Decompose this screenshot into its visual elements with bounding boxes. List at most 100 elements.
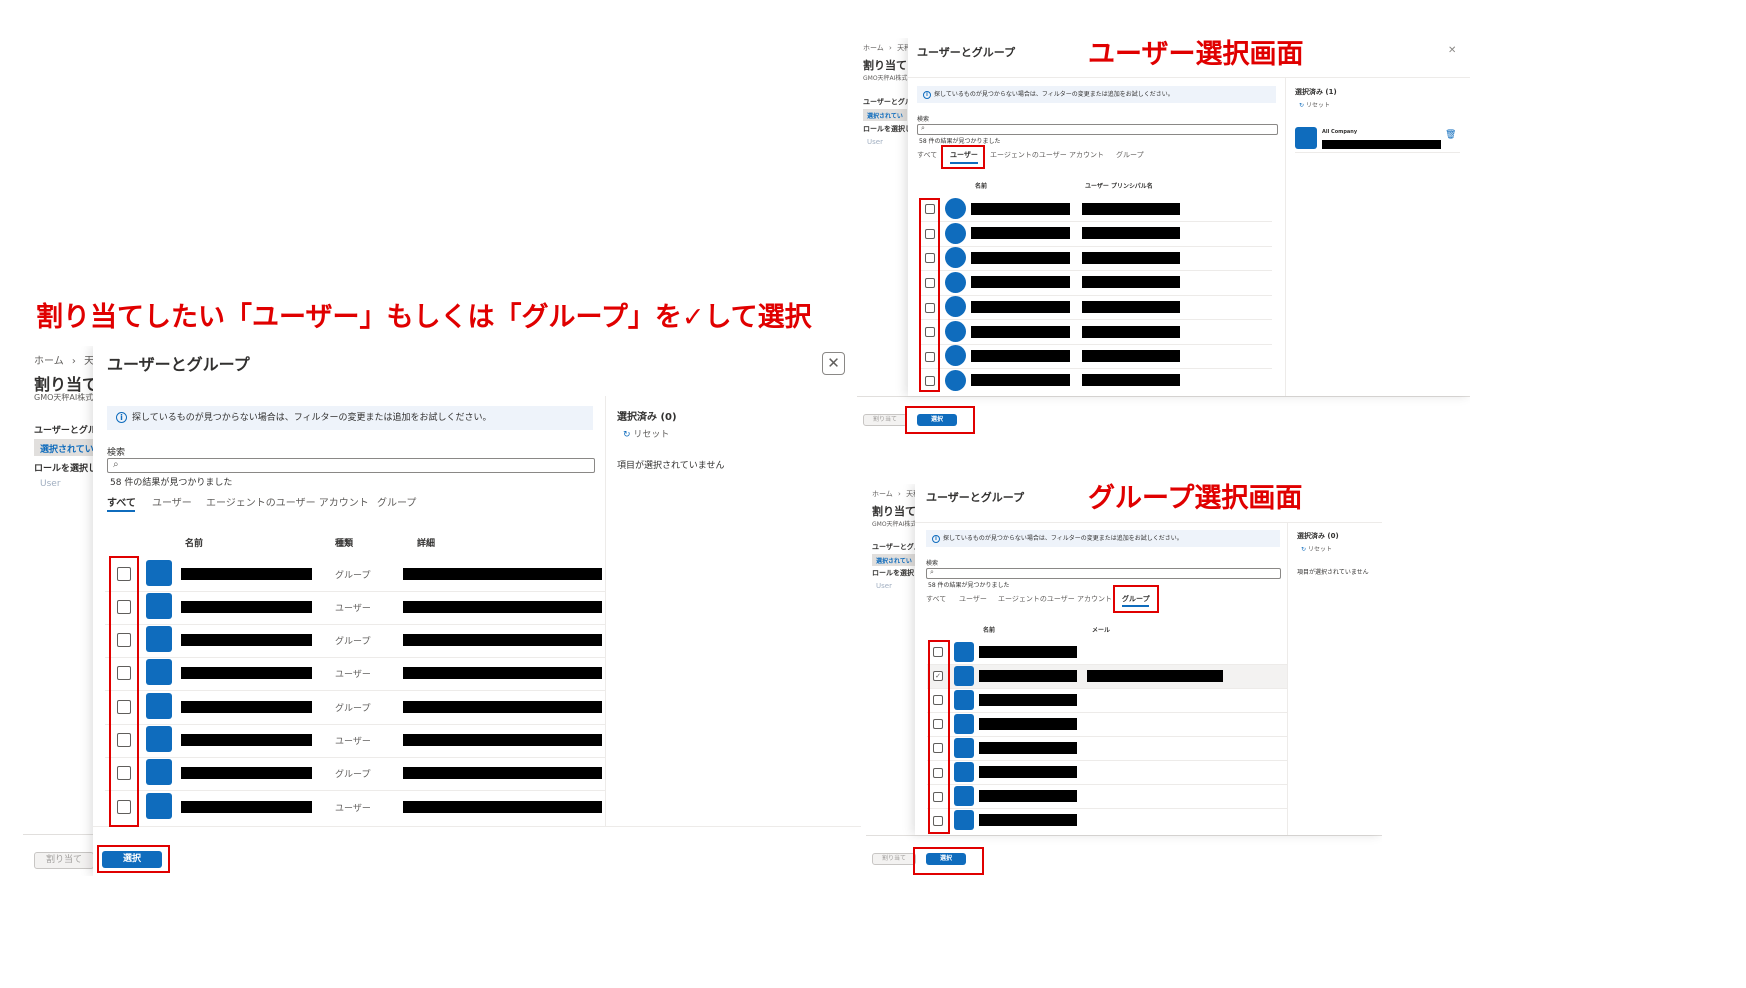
group-select-button-highlight [913,847,984,875]
row-divider [920,221,1272,222]
row-divider [920,344,1272,345]
side-role-item[interactable]: ロールを選択し [34,461,97,474]
assign-button[interactable]: 割り当て [863,414,907,426]
avatar [146,759,172,785]
redacted-upn [1082,203,1180,215]
user-select-button-highlight [905,406,975,434]
selected-heading: 選択済み (1) [1295,88,1337,96]
page-subtitle: GMO天秤AI株式 [863,75,908,82]
avatar [954,786,974,806]
assign-button[interactable]: 割り当て [872,853,916,865]
avatar [146,593,172,619]
redacted-upn [1082,276,1180,288]
avatar [945,345,966,366]
breadcrumb-home[interactable]: ホーム [34,356,64,367]
redacted-name [979,790,1077,802]
redacted-name [979,814,1077,826]
tab-all[interactable]: すべて [917,150,937,160]
tab-all-underline [107,510,135,512]
dialog-pane-divider [1285,78,1286,396]
breadcrumb-home[interactable]: ホーム [863,44,884,52]
user-checkbox-highlight [919,198,940,392]
redacted-name [979,694,1077,706]
dialog-title: ユーザーとグループ [926,491,1025,504]
selected-heading: 選択済み (0) [1297,532,1339,540]
redacted-detail [403,767,602,779]
column-mail: メール [1092,627,1111,634]
checkbox-highlight [109,556,139,827]
tab-users[interactable]: ユーザー [959,594,987,604]
close-icon[interactable]: ✕ [822,352,845,375]
search-input[interactable]: ⌕ [917,124,1278,135]
reset-button[interactable]: ↻ リセット [1299,100,1330,109]
side-role-item[interactable]: ロールを選択し [872,568,921,578]
side-user-item: User [40,479,61,489]
row-kind: グループ [335,571,371,581]
row-divider [1295,152,1460,153]
avatar [954,690,974,710]
search-input[interactable]: ⌕ [107,458,595,473]
side-role-item[interactable]: ロールを選択し [863,124,912,134]
row-divider [105,657,605,658]
redacted-name [971,203,1070,215]
close-icon[interactable]: ✕ [1448,45,1456,56]
redacted-name [971,374,1070,386]
redacted-detail [403,701,602,713]
redacted-name [979,646,1077,658]
empty-selection-message: 項目が選択されていません [617,461,725,471]
row-divider [105,591,605,592]
avatar [954,738,974,758]
redacted-name [971,276,1070,288]
row-divider [105,757,605,758]
breadcrumb-home[interactable]: ホーム [872,490,893,498]
reset-button[interactable]: ↻ リセット [1301,544,1332,553]
row-kind: ユーザー [335,804,371,814]
row-divider [105,724,605,725]
user-screen-caption: ユーザー選択画面 [1088,39,1304,70]
tab-agent-accounts[interactable]: エージェントのユーザー アカウント [990,150,1104,160]
side-heading: ユーザーとグル [863,98,912,106]
dialog-title: ユーザーとグループ [107,355,250,374]
tab-agent-accounts[interactable]: エージェントのユーザー アカウント [206,494,369,509]
dialog-pane-divider [605,396,606,826]
side-selected-item[interactable]: 選択されてい [863,109,907,121]
redacted-upn [1082,227,1180,239]
tab-groups[interactable]: グループ [377,494,416,509]
row-kind: グループ [335,704,371,714]
info-icon: i [116,412,127,423]
tab-all[interactable]: すべて [926,594,946,604]
side-user-item: User [876,582,892,590]
dialog-footer-divider [93,826,861,827]
redacted-name [971,326,1070,338]
side-heading: ユーザーとグル [872,543,921,551]
tab-users[interactable]: ユーザー [152,494,192,509]
avatar [945,247,966,268]
breadcrumb: ホーム › 天秤 [872,490,921,498]
user-group-dialog: ユーザーとグループ ✕ i 探しているものが見つからない場合は、フィルターの変更ま… [93,346,861,876]
redacted-detail [403,601,602,613]
tab-groups[interactable]: グループ [1116,150,1144,160]
group-screen-caption: グループ選択画面 [1088,483,1303,514]
row-divider [105,790,605,791]
row-divider [927,736,1287,737]
column-name: 名前 [185,539,204,549]
redacted-detail [403,734,602,746]
side-selected-item[interactable]: 選択されてい [872,554,916,566]
search-input[interactable]: ⌕ [926,568,1281,579]
trash-icon[interactable]: 🗑 [1445,130,1456,140]
redacted-upn [1082,301,1180,313]
reset-icon: ↻ [1301,546,1307,553]
assign-button[interactable]: 割り当て [34,852,94,869]
info-bar: i 探しているものが見つからない場合は、フィルターの変更または追加をお試しください… [107,406,593,430]
search-label: 検索 [926,560,939,567]
reset-button[interactable]: ↻ リセット [623,427,669,440]
redacted-name [979,718,1077,730]
row-divider [927,760,1287,761]
tab-all[interactable]: すべて [107,494,136,509]
main-screenshot: ホーム › 天秤 割り当て GMO天秤AI株式 ユーザーとグル 選択されてい ロ… [23,346,861,876]
row-divider [105,690,605,691]
tab-agent-accounts[interactable]: エージェントのユーザー アカウント [998,594,1112,604]
side-selected-item[interactable]: 選択されてい [34,439,94,456]
redacted-detail [403,667,602,679]
avatar [945,370,966,391]
